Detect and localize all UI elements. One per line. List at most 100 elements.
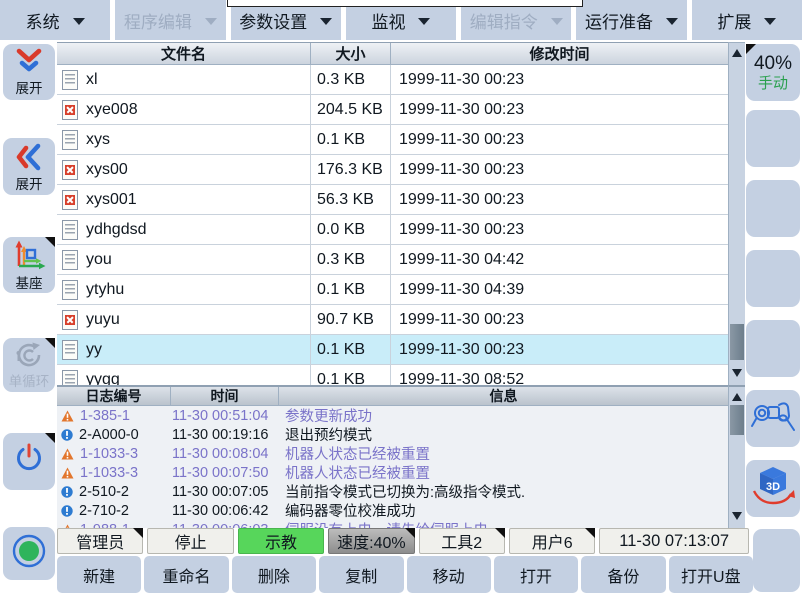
status-cell[interactable]: 速度:40% [328,528,414,554]
double-chevron-left-icon [13,142,45,177]
file-modified: 1999-11-30 04:39 [390,275,728,304]
file-size: 90.7 KB [310,305,390,334]
log-row[interactable]: 1-1033-3 11-30 00:08:04 机器人状态已经被重置 [57,444,728,463]
status-cell[interactable]: 示教 [238,528,324,554]
chevron-down-icon [666,18,678,25]
warning-icon [61,410,74,422]
expand-left-label: 展开 [16,178,43,192]
status-cell-label: 停止 [175,529,207,553]
right-toolbar-button-empty-3[interactable] [746,250,800,307]
menu-item[interactable]: 程序编辑 [115,0,225,40]
hand-pendant-icon [750,395,796,442]
log-row[interactable]: 1-988-1 11-30 00:06:03 伺服没有上电，请先给伺服上电 [57,520,728,528]
menu-item[interactable]: 系统 [0,0,110,40]
file-size: 176.3 KB [310,155,390,184]
file-row[interactable]: you 0.3 KB 1999-11-30 04:42 [57,245,728,275]
scrollbar-thumb[interactable] [730,324,744,360]
status-cell[interactable]: 用户6 [509,528,595,554]
file-modified: 1999-11-30 04:42 [390,245,728,274]
menu-item[interactable]: 运行准备 [576,0,686,40]
bottom-toolbar: 新建 重命名 删除 复制 移动 打开 备份 [57,556,753,593]
file-row[interactable]: xys001 56.3 KB 1999-11-30 00:23 [57,185,728,215]
log-time: 11-30 00:51:04 [170,408,278,424]
file-size: 0.3 KB [310,65,390,94]
file-row[interactable]: xye008 204.5 KB 1999-11-30 00:23 [57,95,728,125]
file-row[interactable]: yy 0.1 KB 1999-11-30 00:23 [57,335,728,365]
expand-left-button[interactable]: 展开 [3,138,55,195]
file-row[interactable]: xys 0.1 KB 1999-11-30 00:23 [57,125,728,155]
log-message: 机器人状态已经被重置 [278,462,728,483]
bottom-toolbar-button[interactable]: 复制 [319,556,403,593]
log-id: 2-710-2 [79,503,129,519]
log-row[interactable]: 2-710-2 11-30 00:06:42 编码器零位校准成功 [57,501,728,520]
right-toolbar-button-empty-2[interactable] [746,180,800,237]
bottom-toolbar-button[interactable]: 打开 [494,556,578,593]
bottom-right-corner-button[interactable] [753,529,800,592]
file-row[interactable]: yuyu 90.7 KB 1999-11-30 00:23 [57,305,728,335]
bottom-toolbar-button[interactable]: 打开U盘 [669,556,753,593]
status-cell-label: 示教 [265,529,297,553]
scroll-down-icon[interactable] [732,512,742,520]
menu-item[interactable]: 扩展 [692,0,802,40]
file-modified: 1999-11-30 00:23 [390,95,728,124]
teach-pendant-button[interactable] [746,390,800,447]
bottom-toolbar-button-label: 移动 [433,563,465,587]
file-name: yy [86,341,102,359]
log-row[interactable]: 1-385-1 11-30 00:51:04 参数更新成功 [57,406,728,425]
file-table-header-size[interactable]: 大小 [310,43,390,64]
file-table-header: 文件名 大小 修改时间 [57,43,728,65]
file-table-scrollbar[interactable] [728,42,745,385]
file-modified: 1999-11-30 00:23 [390,185,728,214]
status-cell[interactable]: 停止 [147,528,233,554]
bottom-toolbar-button[interactable]: 删除 [232,556,316,593]
file-row[interactable]: xl 0.3 KB 1999-11-30 00:23 [57,65,728,95]
file-table-header-modified[interactable]: 修改时间 [390,43,728,64]
servo-on-icon [9,531,49,576]
status-cell[interactable]: 工具2 [419,528,505,554]
scroll-up-icon[interactable] [732,393,742,401]
log-message: 退出预约模式 [278,424,728,445]
file-modified: 1999-11-30 00:23 [390,335,728,364]
svg-text:3D: 3D [766,481,780,493]
file-table: 文件名 大小 修改时间 xl 0.3 KB 1999-11-30 00:23 [57,42,728,385]
bottom-toolbar-button[interactable]: 移动 [407,556,491,593]
file-name: xl [86,71,98,89]
power-button[interactable] [3,433,55,490]
file-icon [62,310,78,330]
file-row[interactable]: yygg 0.1 KB 1999-11-30 08:52 [57,365,728,385]
scrollbar-thumb[interactable] [730,405,744,435]
log-time: 11-30 00:06:42 [170,503,278,519]
log-row[interactable]: 2-510-2 11-30 00:07:05 当前指令模式已切换为:高级指令模式… [57,482,728,501]
file-row[interactable]: ytyhu 0.1 KB 1999-11-30 04:39 [57,275,728,305]
servo-status-button[interactable] [3,527,55,580]
status-cell[interactable]: 管理员 [57,528,143,554]
bottom-toolbar-button[interactable]: 备份 [581,556,665,593]
speed-mode-button[interactable]: 40% 手动 [746,44,800,101]
bottom-toolbar-button[interactable]: 新建 [57,556,141,593]
expand-down-button[interactable]: 展开 [3,44,55,100]
file-table-header-name[interactable]: 文件名 [57,43,310,64]
file-modified: 1999-11-30 00:23 [390,155,728,184]
menu-item-label: 系统 [26,8,60,33]
log-time: 11-30 00:19:16 [170,427,278,443]
status-cell[interactable]: 11-30 07:13:07 [599,528,749,554]
file-size: 56.3 KB [310,185,390,214]
chevron-down-icon [73,18,85,25]
info-icon [61,486,73,498]
right-toolbar-button-empty-4[interactable] [746,320,800,377]
log-row[interactable]: 1-1033-3 11-30 00:07:50 机器人状态已经被重置 [57,463,728,482]
file-row[interactable]: xys00 176.3 KB 1999-11-30 00:23 [57,155,728,185]
scroll-up-icon[interactable] [732,49,742,57]
file-name: xys [86,131,110,149]
log-time: 11-30 00:07:05 [170,484,278,500]
right-toolbar-button-empty-1[interactable] [746,110,800,167]
bottom-toolbar-button[interactable]: 重命名 [144,556,228,593]
log-row[interactable]: 2-A000-0 11-30 00:19:16 退出预约模式 [57,425,728,444]
log-message: 伺服没有上电，请先给伺服上电 [278,519,728,528]
view-3d-button[interactable]: 3D [746,460,800,517]
scroll-down-icon[interactable] [732,369,742,377]
file-name: xye008 [86,101,138,119]
base-coordinate-button[interactable]: 基座 [3,237,55,293]
file-row[interactable]: ydhgdsd 0.0 KB 1999-11-30 00:23 [57,215,728,245]
log-table-scrollbar[interactable] [728,385,745,528]
